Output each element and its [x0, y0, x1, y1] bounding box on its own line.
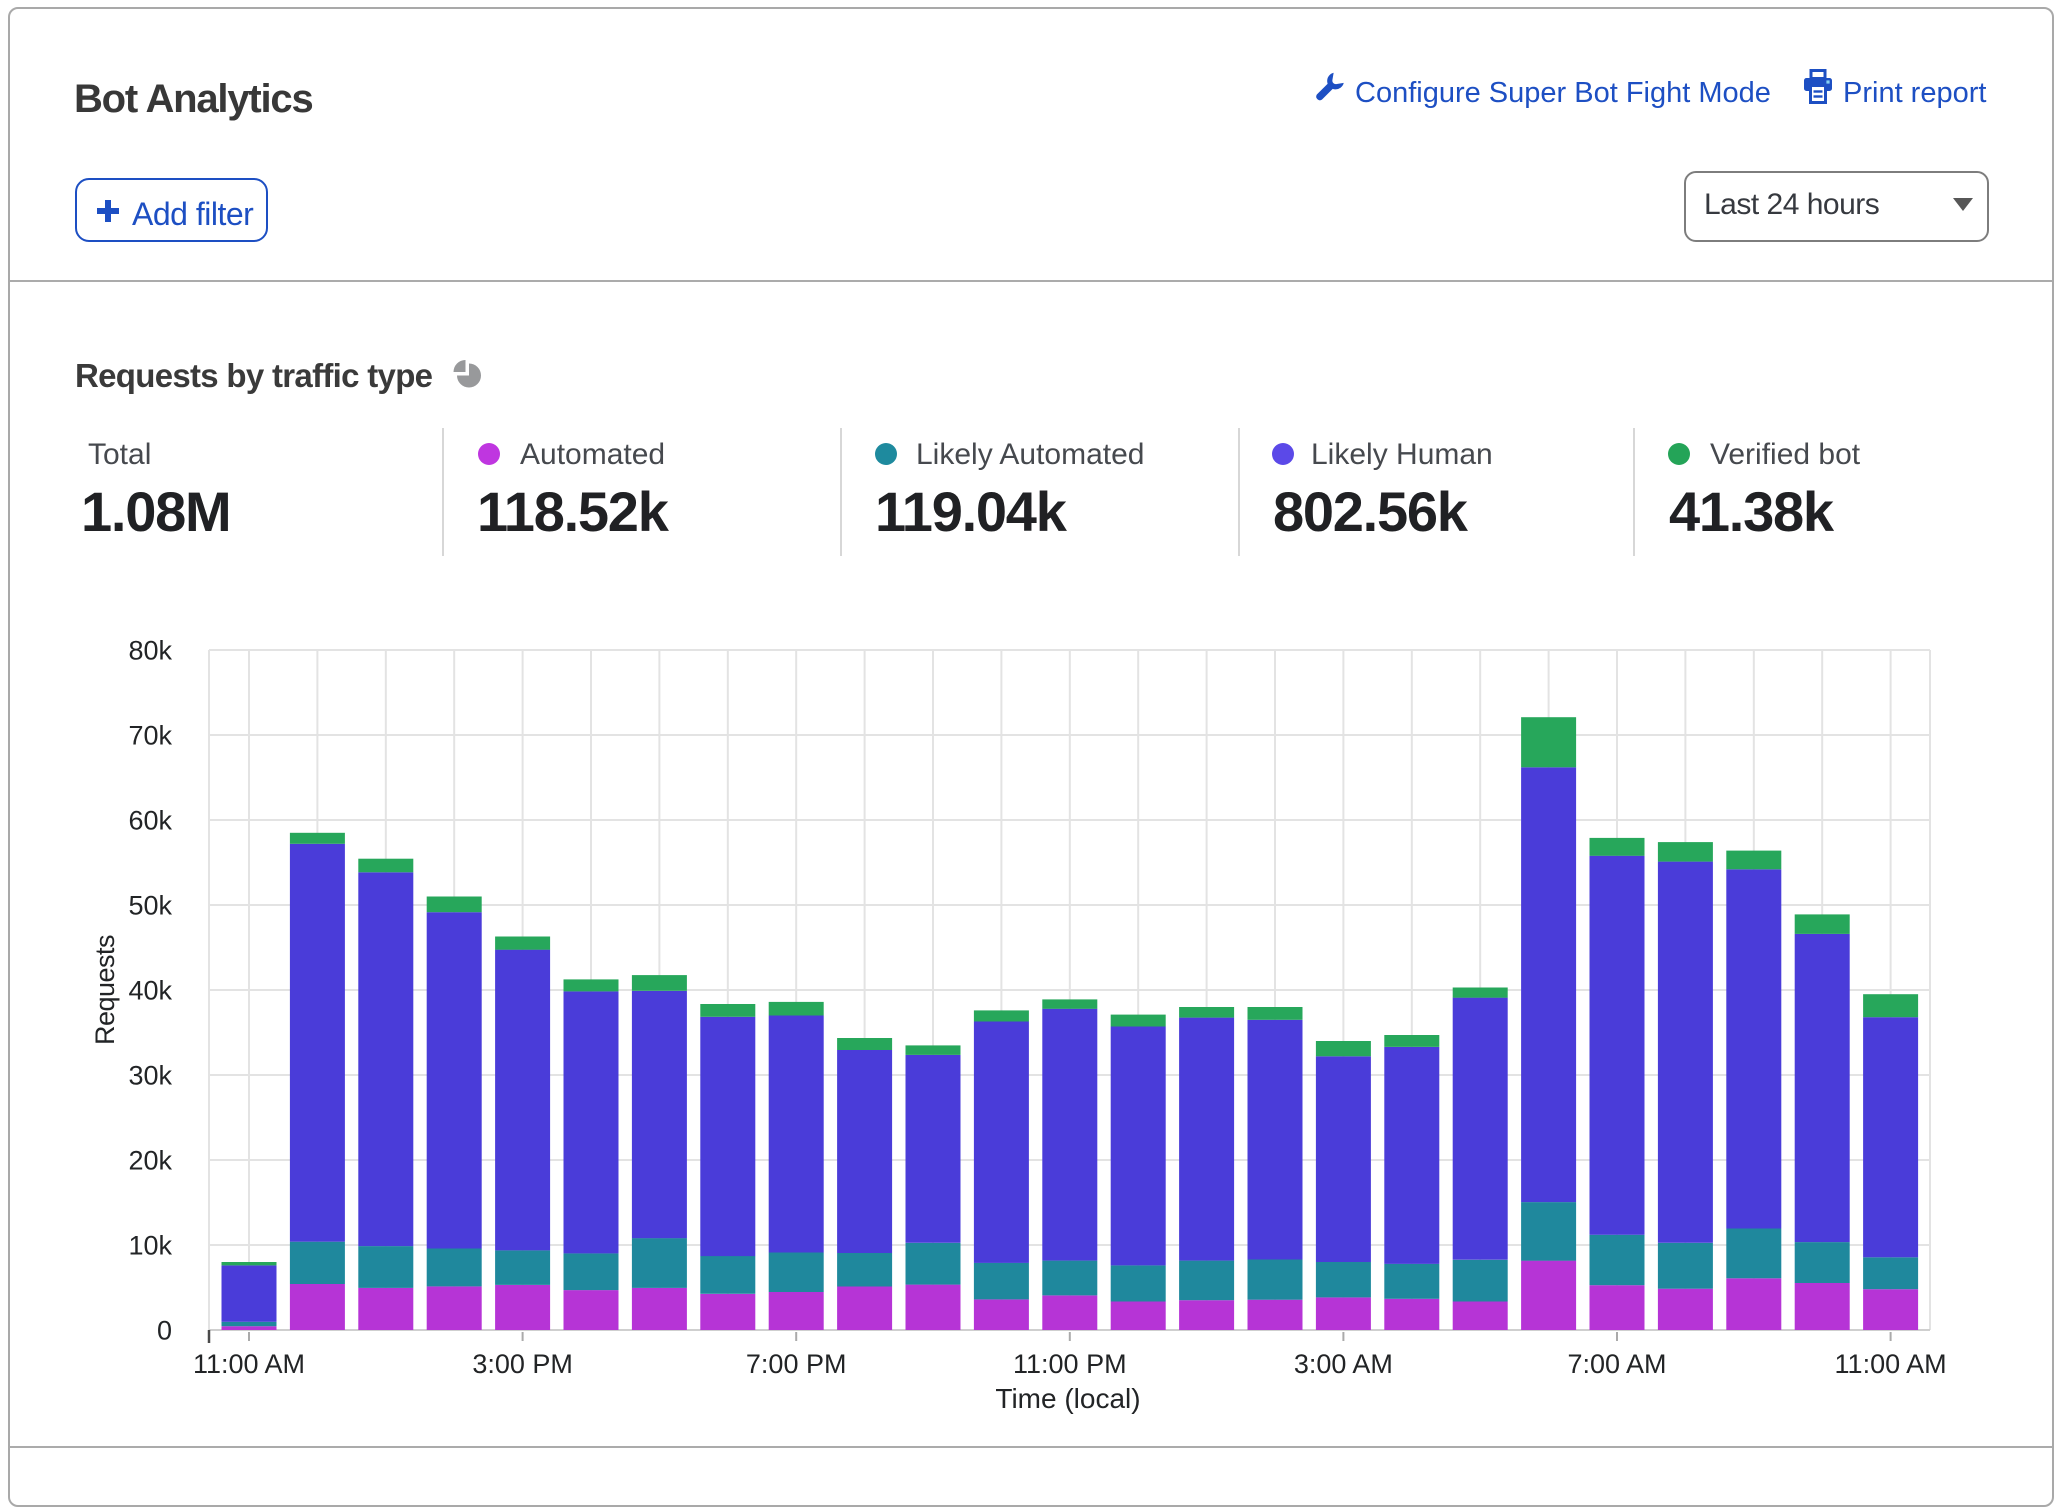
svg-text:7:00 PM: 7:00 PM: [746, 1349, 847, 1379]
svg-text:11:00 PM: 11:00 PM: [1013, 1349, 1127, 1379]
svg-text:3:00 AM: 3:00 AM: [1294, 1349, 1393, 1379]
svg-text:11:00 AM: 11:00 AM: [193, 1349, 305, 1379]
svg-text:20k: 20k: [128, 1146, 172, 1176]
svg-text:Requests: Requests: [90, 935, 120, 1045]
svg-text:60k: 60k: [128, 806, 172, 836]
svg-text:0: 0: [157, 1316, 172, 1346]
svg-text:80k: 80k: [128, 636, 172, 666]
svg-text:40k: 40k: [128, 976, 172, 1006]
svg-text:30k: 30k: [128, 1061, 172, 1091]
svg-text:50k: 50k: [128, 891, 172, 921]
svg-text:Time (local): Time (local): [995, 1383, 1140, 1414]
svg-text:10k: 10k: [128, 1231, 172, 1261]
svg-text:7:00 AM: 7:00 AM: [1567, 1349, 1666, 1379]
svg-text:11:00 AM: 11:00 AM: [1835, 1349, 1947, 1379]
svg-text:3:00 PM: 3:00 PM: [472, 1349, 573, 1379]
svg-text:70k: 70k: [128, 721, 172, 751]
